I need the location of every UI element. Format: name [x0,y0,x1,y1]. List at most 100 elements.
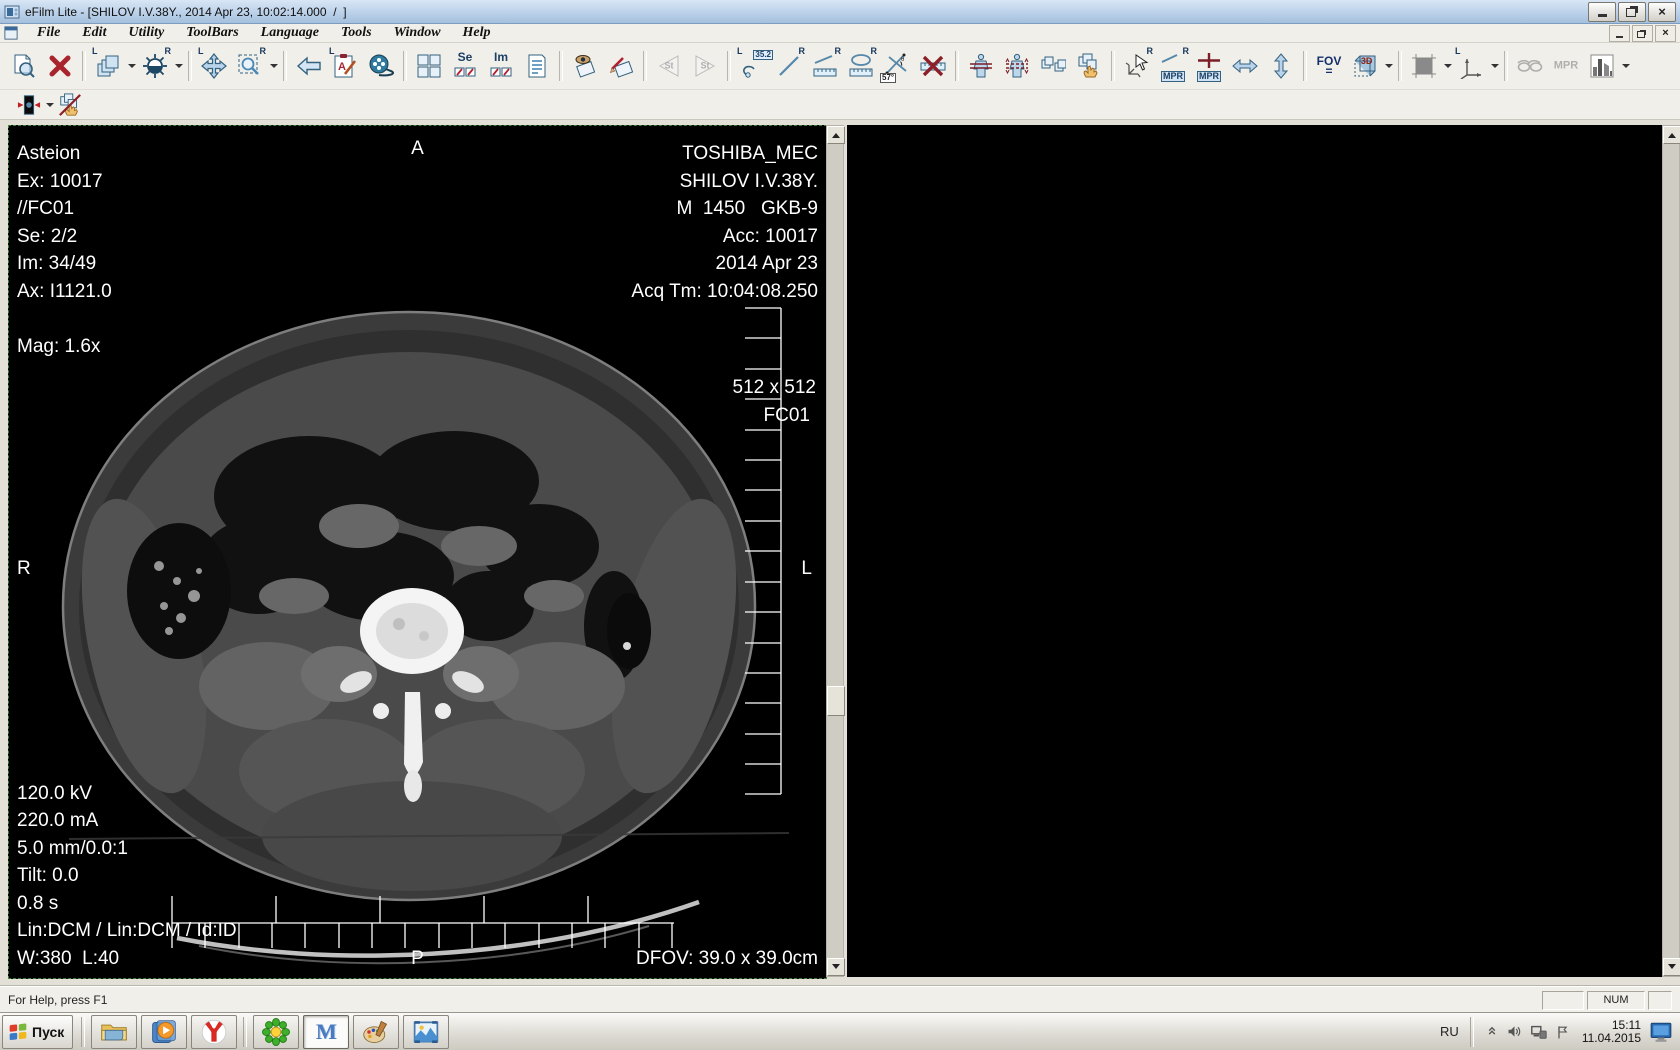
histogram-button[interactable] [1585,49,1619,83]
status-bar: For Help, press F1 NUM [0,986,1680,1013]
action-center-flag-icon[interactable] [1555,1024,1571,1040]
svg-text:A: A [338,61,346,73]
zoom-tool-button[interactable]: R [233,49,267,83]
probe-tool-button[interactable]: 35.2L [736,49,770,83]
overlay-line: 5.0 mm/0.0:1 [17,835,237,863]
window-level-button[interactable]: R [138,49,172,83]
open-images-button[interactable] [7,49,41,83]
ellipse-tool-button[interactable]: R [844,49,878,83]
flip-vertical-button[interactable] [1264,49,1298,83]
fov-reset-button[interactable]: FOV = [1312,49,1346,83]
task-button-efilm[interactable]: M [303,1015,349,1049]
child-minimize-button[interactable] [1609,25,1630,42]
overlay-line: 120.0 kV [17,780,237,808]
compress-image-button[interactable] [15,92,43,118]
start-button[interactable]: Пуск [2,1015,73,1049]
volume-3d-dropdown[interactable] [1383,49,1394,83]
flip-horizontal-button[interactable] [1228,49,1262,83]
clock[interactable]: 15:11 11.04.2015 [1582,1019,1641,1045]
restore-button[interactable] [1618,2,1646,22]
taskbar-separator [81,1017,85,1047]
overlay-line: Acq Tm: 10:04:08.250 [631,278,818,306]
task-button-icq[interactable] [253,1015,299,1049]
scroll-down-arrow[interactable] [827,958,845,976]
menu-utility[interactable]: Utility [117,25,175,41]
drag-series-button[interactable] [1072,49,1106,83]
menu-help[interactable]: Help [452,25,502,41]
localizer-lines-button[interactable] [964,49,998,83]
task-button-yandex-browser[interactable] [191,1015,237,1049]
overlay-visibility-button[interactable] [568,49,602,83]
shutter-dropdown[interactable] [1442,49,1453,83]
image-layout-button[interactable]: Im [484,49,518,83]
right-cell-scrollbar[interactable] [1662,125,1680,977]
image-layers-button[interactable]: L [91,49,125,83]
mpr-oblique-button[interactable]: MPRR [1156,49,1190,83]
overlay-dfov: DFOV: 39.0 x 39.0cm [636,945,818,973]
task-button-image-viewer[interactable] [403,1015,449,1049]
orientation-axes-button[interactable]: L [1454,49,1488,83]
menu-window[interactable]: Window [383,25,452,41]
window-level-dropdown[interactable] [173,49,184,83]
volume-3d-button[interactable]: 3D [1348,49,1382,83]
overlay-line: Lin:DCM / Lin:DCM / Id:ID [17,917,237,945]
menu-file[interactable]: File [26,25,71,41]
compress-image-dropdown[interactable] [44,88,55,122]
scroll-thumb[interactable] [827,686,845,716]
volume-icon[interactable] [1506,1023,1523,1040]
empty-image-cell[interactable] [847,125,1662,977]
orientation-right: R [17,558,31,580]
tray-time: 15:11 [1582,1019,1641,1032]
drag-series-off-button[interactable] [56,92,84,118]
zoom-tool-dropdown[interactable] [268,49,279,83]
network-icon[interactable] [1530,1023,1548,1041]
minimize-button[interactable] [1588,2,1616,22]
efilm-icon: M [316,1019,337,1045]
task-button-media-player[interactable] [141,1015,187,1049]
overlay-line [17,305,112,333]
reset-view-button[interactable] [292,49,326,83]
ct-image-cell-selected[interactable]: AsteionEx: 10017//FC01Se: 2/2Im: 34/49Ax… [8,125,827,979]
display-tray-icon[interactable] [1648,1020,1674,1044]
child-window-icon [4,26,18,40]
overlay-line: Asteion [17,140,112,168]
histogram-dropdown[interactable] [1620,49,1631,83]
image-layers-dropdown[interactable] [126,49,137,83]
menu-toolbars[interactable]: ToolBars [175,25,249,41]
link-series-button[interactable] [1036,49,1070,83]
series-layout-button[interactable]: Se [448,49,482,83]
task-button-explorer[interactable] [91,1015,137,1049]
overlay-text-button[interactable] [520,49,554,83]
scroll-up-arrow[interactable] [827,126,845,144]
menu-language[interactable]: Language [250,25,330,41]
annotations-button[interactable]: AL [328,49,362,83]
ruler-tool-button[interactable]: R [808,49,842,83]
close-button[interactable]: × [1648,2,1676,22]
menu-edit[interactable]: Edit [71,25,117,41]
cursor-3d-button[interactable]: R [1120,49,1154,83]
cine-button[interactable] [364,49,398,83]
toolbar-separator [559,51,563,81]
pan-tool-button[interactable]: L [197,49,231,83]
localizer-first-last-button[interactable] [1000,49,1034,83]
language-indicator[interactable]: RU [1440,1024,1459,1039]
image-scrollbar[interactable] [826,125,844,977]
layout-grid-button[interactable] [412,49,446,83]
tray-expand-chevron-icon[interactable] [1485,1025,1499,1039]
overlay-top-left: AsteionEx: 10017//FC01Se: 2/2Im: 34/49Ax… [17,140,112,360]
shutter-button[interactable] [1407,49,1441,83]
scroll-up-arrow[interactable] [1663,126,1680,144]
menu-tools[interactable]: Tools [330,25,383,41]
close-study-button[interactable] [43,49,77,83]
overlay-edit-button[interactable] [604,49,638,83]
orientation-axes-dropdown[interactable] [1489,49,1500,83]
child-restore-button[interactable] [1632,25,1653,42]
line-tool-button[interactable]: R [772,49,806,83]
mpr-orthogonal-button[interactable]: MPR [1192,49,1226,83]
child-close-button[interactable]: × [1655,25,1676,42]
overlay-line: SHILOV I.V.38Y. [631,168,818,196]
delete-measurements-button[interactable] [916,49,950,83]
angle-tool-button[interactable]: θ57° [880,49,914,83]
scroll-down-arrow[interactable] [1663,958,1680,976]
task-button-paint[interactable] [353,1015,399,1049]
